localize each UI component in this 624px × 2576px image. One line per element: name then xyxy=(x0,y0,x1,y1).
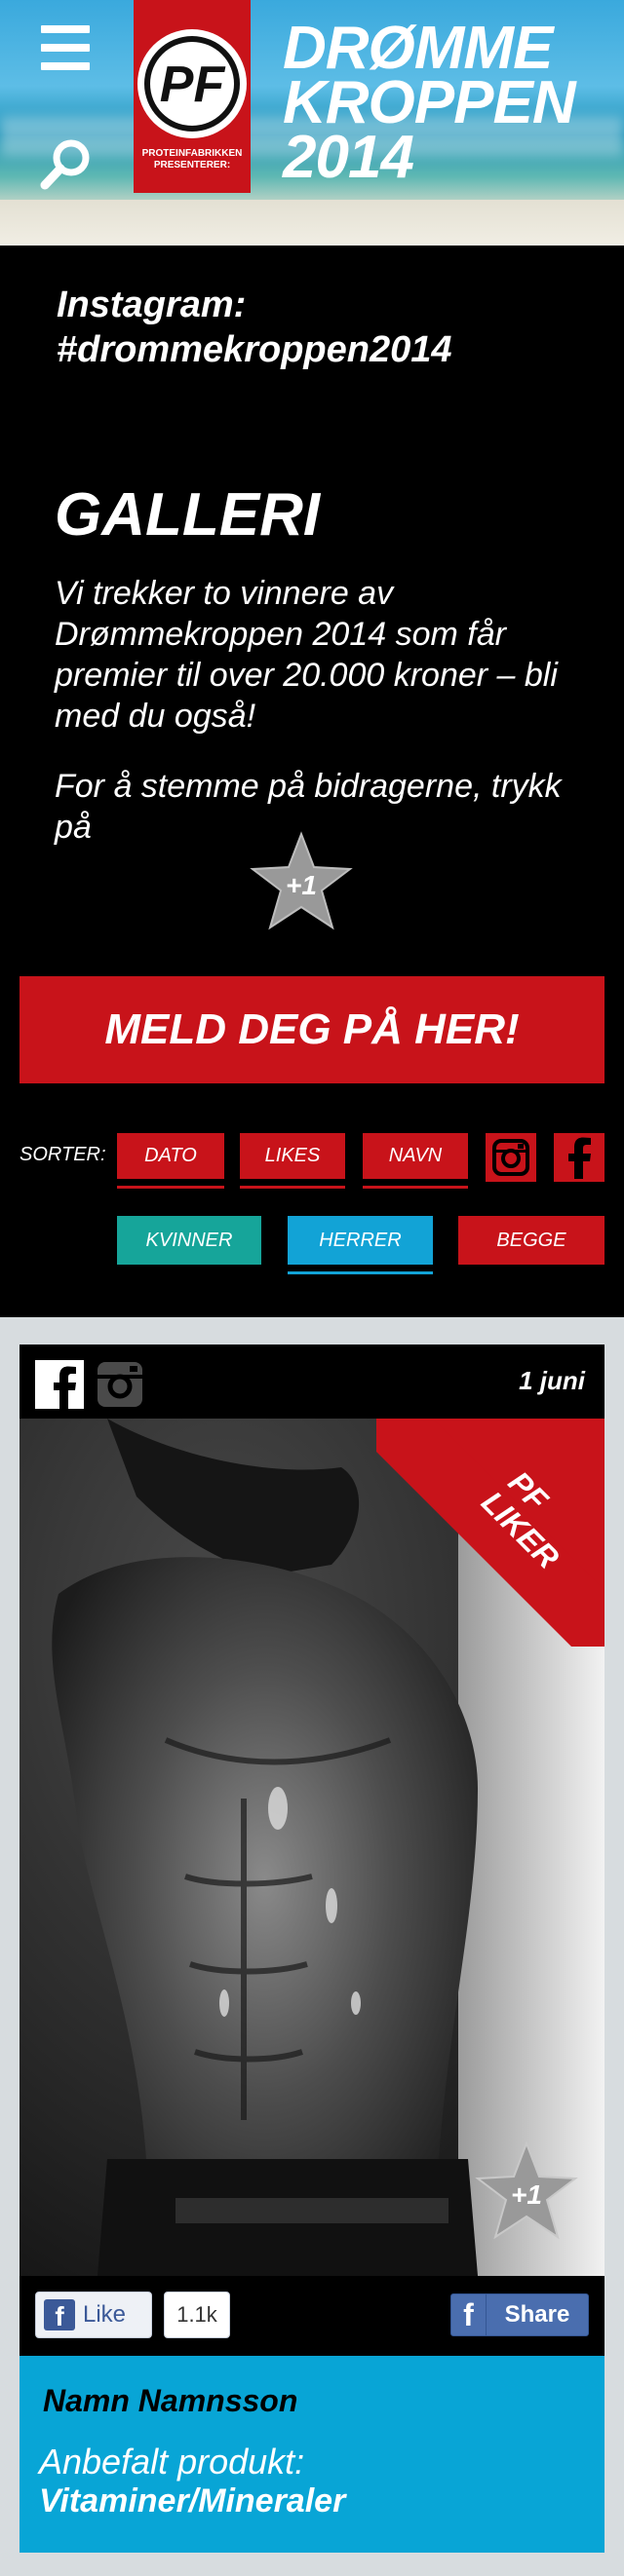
vote-star-icon: +1 xyxy=(250,831,353,930)
sort-label: SORTER: xyxy=(20,1144,106,1165)
signup-button[interactable]: MELD DEG PÅ HER! xyxy=(20,976,604,1083)
svg-text:+1: +1 xyxy=(511,2179,542,2210)
facebook-icon: f xyxy=(451,2293,487,2336)
logo-tagline: PROTEINFABRIKKEN PRESENTERER: xyxy=(141,148,243,170)
facebook-icon: f xyxy=(44,2299,75,2331)
filter-men-button[interactable]: HERRER xyxy=(288,1216,433,1274)
card-info: Namn Namnsson Anbefalt produkt: Vitamine… xyxy=(20,2356,604,2553)
gallery-description: Vi trekker to vinnere av Drømmekroppen 2… xyxy=(55,575,558,735)
facebook-like-button[interactable]: f Like xyxy=(35,2292,152,2338)
like-count: 1.1k xyxy=(164,2292,230,2338)
sort-date-button[interactable]: DATO xyxy=(117,1133,224,1189)
facebook-icon xyxy=(568,1137,591,1179)
instagram-icon[interactable] xyxy=(96,1360,144,1409)
recommended-product[interactable]: Vitaminer/Mineraler xyxy=(39,2482,345,2520)
instagram-icon xyxy=(492,1139,529,1176)
pf-liker-ribbon: PF LIKER xyxy=(376,1419,604,1647)
sort-likes-button[interactable]: LIKES xyxy=(240,1133,345,1189)
facebook-share-button[interactable]: f Share xyxy=(450,2293,589,2336)
header-beach xyxy=(0,200,624,246)
filter-women-button[interactable]: KVINNER xyxy=(117,1216,261,1265)
post-date: 1 juni xyxy=(519,1366,585,1395)
card-header: 1 juni xyxy=(20,1345,604,1419)
filter-instagram-button[interactable] xyxy=(486,1133,536,1182)
pf-logo[interactable]: PF PROTEINFABRIKKEN PRESENTERER: xyxy=(134,0,251,193)
filter-both-button[interactable]: BEGGE xyxy=(458,1216,604,1265)
recommended-label: Anbefalt produkt: xyxy=(39,2442,305,2481)
instagram-hashtag: Instagram: #drommekroppen2014 xyxy=(57,284,452,370)
sort-name-button[interactable]: NAVN xyxy=(363,1133,468,1189)
filter-facebook-button[interactable] xyxy=(554,1133,604,1182)
page-title: DRØMME KROPPEN 2014 xyxy=(283,15,576,191)
entrant-name: Namn Namnsson xyxy=(43,2383,298,2418)
vote-star-button[interactable]: +1 xyxy=(474,2140,579,2241)
menu-icon[interactable] xyxy=(41,25,90,70)
search-icon[interactable] xyxy=(39,136,94,191)
pf-logo-icon: PF xyxy=(137,29,247,138)
gallery-title: GALLERI xyxy=(55,481,321,549)
svg-text:PF: PF xyxy=(160,57,226,113)
card-social-row: f Like 1.1k f Share xyxy=(20,2276,604,2356)
svg-text:+1: +1 xyxy=(286,870,317,900)
facebook-icon[interactable] xyxy=(35,1360,84,1409)
